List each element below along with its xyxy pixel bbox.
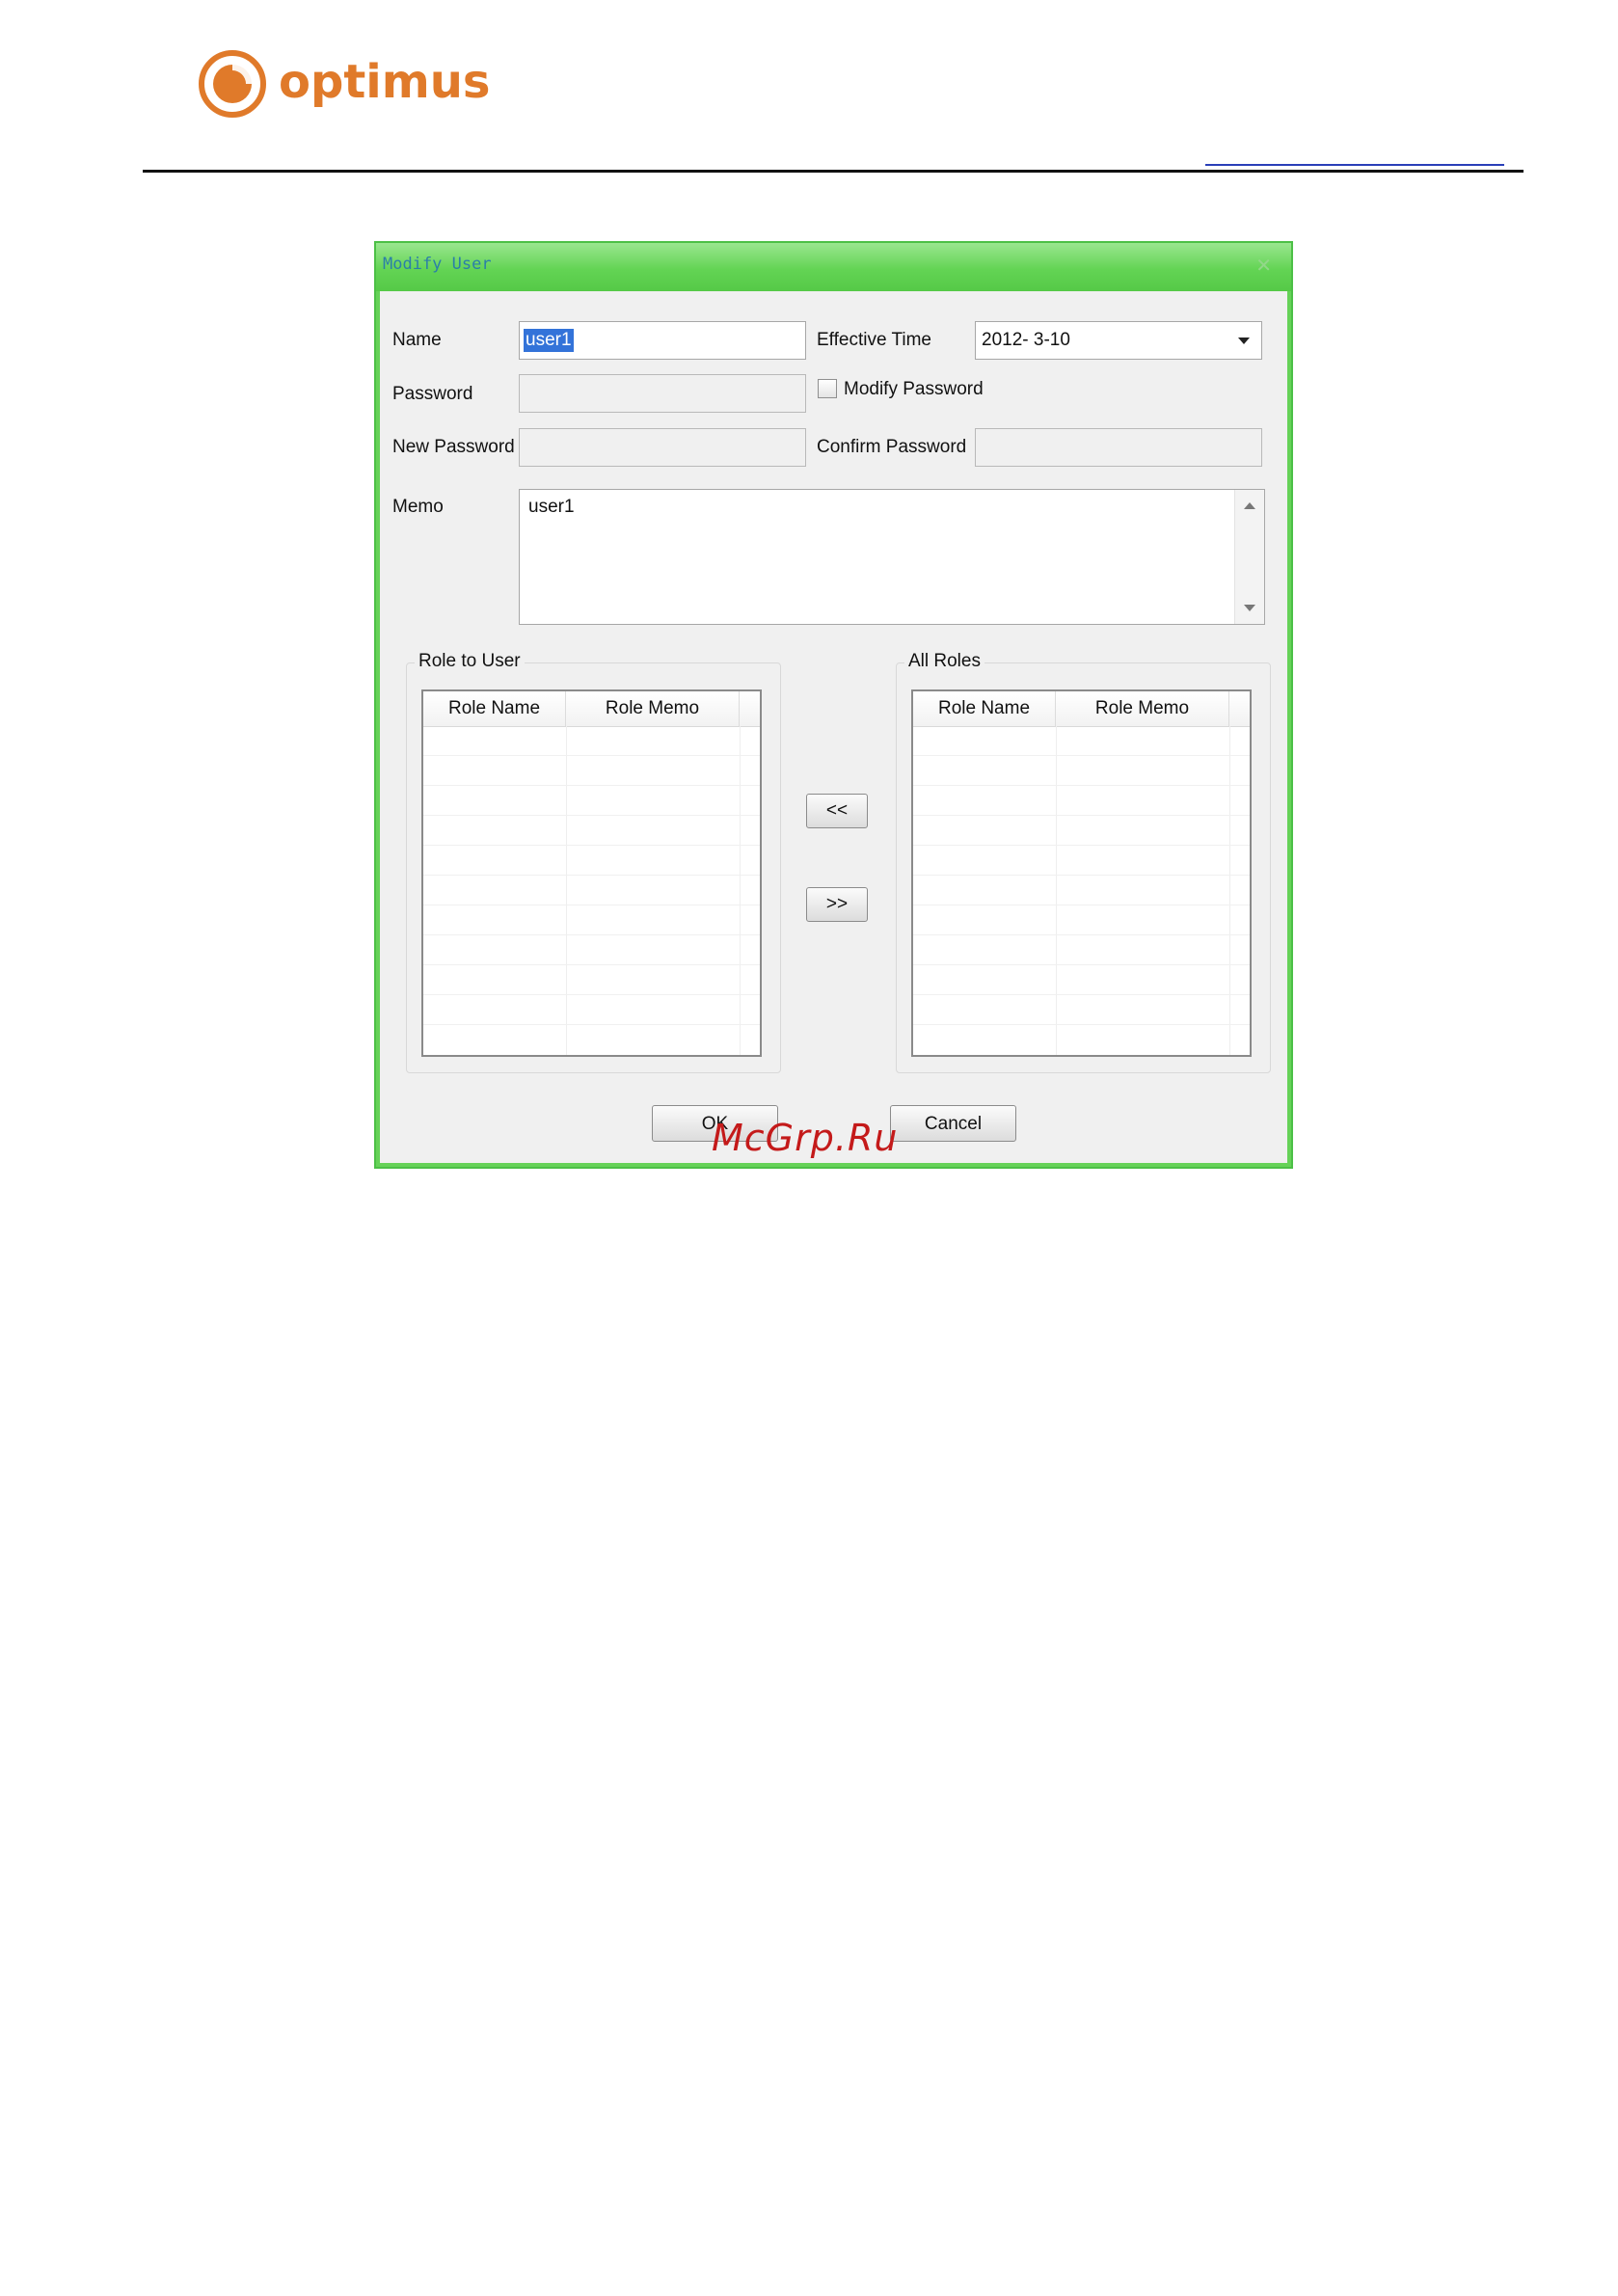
table-row (423, 726, 760, 756)
memo-value: user1 (528, 497, 575, 517)
all-roles-table-header: Role Name Role Memo (913, 691, 1250, 727)
cancel-button[interactable]: Cancel (890, 1105, 1016, 1142)
all-roles-title: All Roles (904, 651, 984, 672)
table-row (423, 816, 760, 846)
password-input[interactable] (519, 374, 806, 413)
table-row (423, 876, 760, 905)
new-password-label: New Password (392, 437, 515, 457)
remove-role-button[interactable]: >> (806, 887, 868, 922)
scroll-down-icon[interactable] (1244, 605, 1255, 611)
table-row (913, 726, 1250, 756)
optimus-logo: optimus (198, 48, 491, 120)
role-to-user-table-header: Role Name Role Memo (423, 691, 760, 727)
name-input[interactable]: user1 (519, 321, 806, 360)
table-row (913, 876, 1250, 905)
role-to-user-title: Role to User (415, 651, 525, 672)
close-icon[interactable]: ✕ (1255, 254, 1272, 277)
column-header-role-name[interactable]: Role Name (913, 691, 1056, 726)
scroll-up-icon[interactable] (1244, 502, 1255, 509)
chevron-down-icon[interactable] (1238, 338, 1250, 344)
memo-scrollbar[interactable] (1234, 490, 1264, 624)
modify-password-label: Modify Password (844, 379, 984, 399)
confirm-password-label: Confirm Password (817, 437, 967, 457)
table-row (423, 935, 760, 965)
effective-time-value: 2012- 3-10 (982, 330, 1070, 350)
table-row (423, 786, 760, 816)
password-label: Password (392, 384, 473, 404)
table-row (423, 965, 760, 995)
confirm-password-input[interactable] (975, 428, 1262, 467)
all-roles-table[interactable]: Role Name Role Memo (911, 689, 1252, 1057)
table-row (423, 756, 760, 786)
table-row (913, 756, 1250, 786)
watermark: McGrp.Ru (712, 1117, 899, 1159)
table-row (913, 786, 1250, 816)
table-row (423, 846, 760, 876)
effective-time-combo[interactable]: 2012- 3-10 (975, 321, 1262, 360)
all-roles-group: All Roles Role Name Role Memo (896, 651, 1271, 1073)
role-to-user-group: Role to User Role Name Role Memo (406, 651, 781, 1073)
header-link-underline (1205, 164, 1504, 166)
table-row (423, 905, 760, 935)
effective-time-label: Effective Time (817, 330, 931, 350)
name-label: Name (392, 330, 442, 350)
column-header-role-memo[interactable]: Role Memo (1056, 691, 1229, 726)
table-row (913, 905, 1250, 935)
modify-password-checkbox[interactable] (818, 379, 837, 398)
table-row (913, 965, 1250, 995)
dialog-title: Modify User (383, 255, 492, 274)
add-role-button[interactable]: << (806, 794, 868, 828)
column-header-role-memo[interactable]: Role Memo (566, 691, 740, 726)
table-row (423, 995, 760, 1025)
table-row (913, 935, 1250, 965)
header-divider (143, 170, 1524, 173)
memo-textarea[interactable]: user1 (519, 489, 1265, 625)
new-password-input[interactable] (519, 428, 806, 467)
name-input-value: user1 (524, 329, 574, 352)
memo-label: Memo (392, 497, 444, 517)
table-row (913, 816, 1250, 846)
table-row (913, 995, 1250, 1025)
column-header-role-name[interactable]: Role Name (423, 691, 566, 726)
logo-text: optimus (279, 55, 491, 109)
table-row (913, 846, 1250, 876)
dialog-titlebar[interactable]: Modify User ✕ (376, 243, 1291, 291)
optimus-logo-icon (199, 50, 266, 118)
role-to-user-table[interactable]: Role Name Role Memo (421, 689, 762, 1057)
